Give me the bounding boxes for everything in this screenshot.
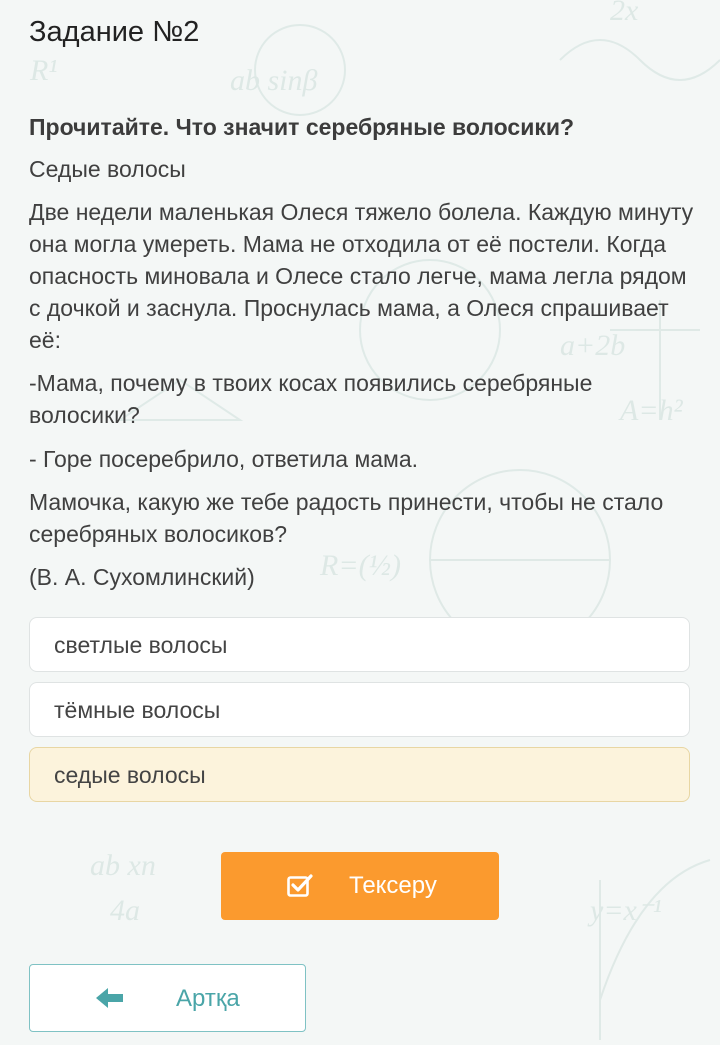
answer-hint-text: Седые волосы — [29, 156, 186, 182]
svg-text:ab sinβ: ab sinβ — [230, 64, 318, 97]
back-button-label: Артқа — [176, 985, 240, 1012]
story-paragraph-1: Две недели маленькая Олеся тяжело болела… — [29, 199, 694, 353]
answer-option-1[interactable]: светлые волосы — [29, 617, 690, 672]
question-prompt: Прочитайте. Что значит серебряные волоси… — [29, 114, 575, 140]
check-square-icon — [287, 874, 313, 897]
svg-text:2x: 2x — [610, 0, 639, 27]
svg-text:4a: 4a — [110, 894, 140, 927]
arrow-left-icon — [96, 988, 123, 1008]
back-button[interactable]: Артқа — [29, 964, 306, 1032]
story-paragraph-3: - Горе посеребрило, ответила мама. — [29, 446, 419, 472]
task-title: Задание №2 — [29, 16, 200, 48]
check-button-label: Тексеру — [349, 872, 437, 899]
svg-text:y=x⁻¹: y=x⁻¹ — [587, 894, 662, 927]
story-paragraph-2: -Мама, почему в твоих косах появились се… — [29, 370, 593, 428]
story-paragraph-4: Мамочка, какую же тебе радость принести,… — [29, 489, 664, 547]
svg-text:R¹: R¹ — [29, 54, 57, 87]
check-button[interactable]: Тексеру — [221, 852, 499, 920]
story-author: (В. А. Сухомлинский) — [29, 564, 255, 590]
svg-text:ab xn: ab xn — [90, 849, 156, 882]
answer-option-3-selected[interactable]: седые волосы — [29, 747, 690, 802]
answer-option-2[interactable]: тёмные волосы — [29, 682, 690, 737]
